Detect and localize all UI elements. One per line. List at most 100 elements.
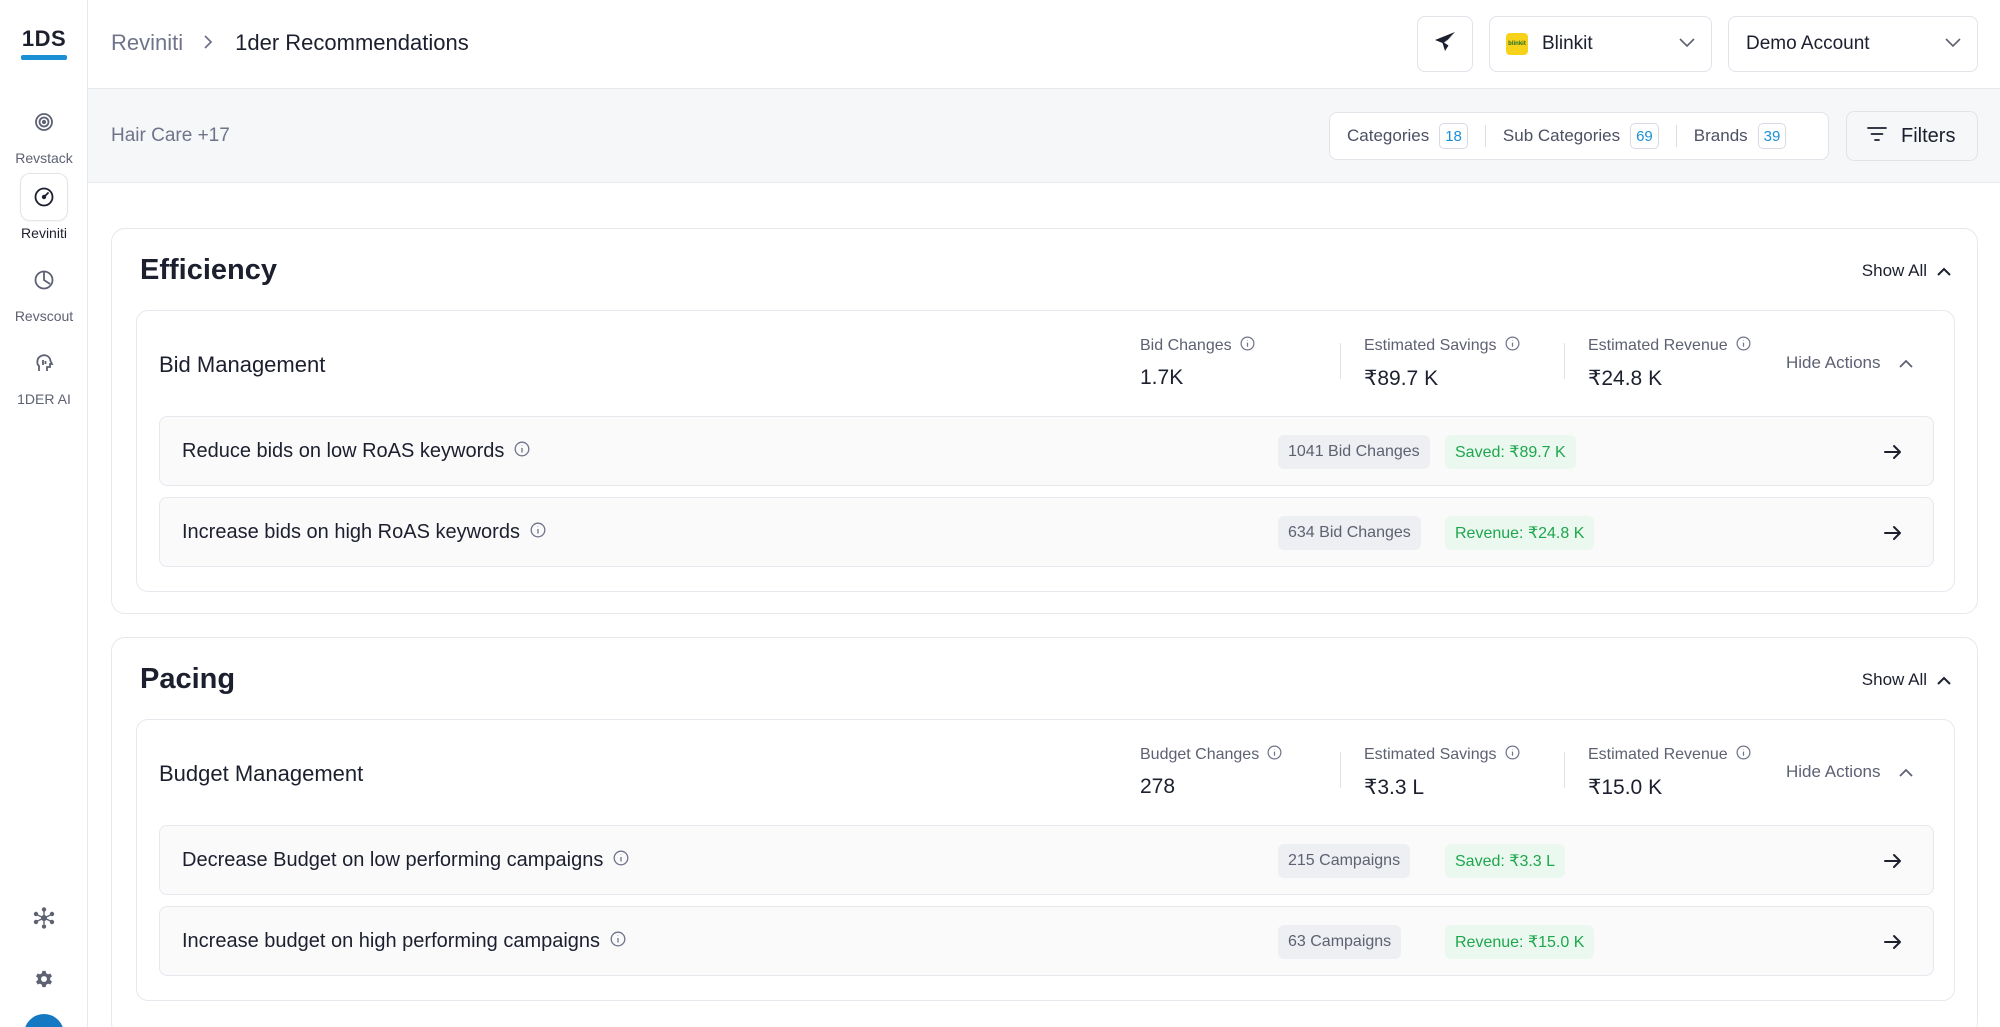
filters-label: Filters [1901, 124, 1956, 147]
show-all-toggle[interactable]: Show All [1862, 261, 1951, 281]
sidebar: 1DS Revstack Reviniti Revscout 1DER AI [0, 0, 88, 1027]
divider [1564, 752, 1565, 788]
section-title: Efficiency [140, 254, 277, 286]
brands-count-badge: 39 [1757, 123, 1787, 149]
sidebar-item-label: Revscout [14, 308, 74, 324]
efficiency-section: Efficiency Show All Bid Management Bid C… [111, 228, 1978, 614]
info-icon[interactable] [1728, 745, 1751, 765]
chevron-up-icon [1927, 670, 1951, 690]
info-icon[interactable] [520, 521, 546, 544]
impact-badge: Revenue: ₹24.8 K [1445, 516, 1595, 550]
target-icon [20, 98, 68, 146]
arrow-right-icon[interactable] [1881, 440, 1905, 464]
divider [1484, 125, 1486, 147]
categories-count-badge: 18 [1439, 123, 1468, 149]
info-icon[interactable] [504, 440, 530, 463]
arrow-right-icon[interactable] [1881, 930, 1905, 954]
action-label: Decrease Budget on low performing campai… [182, 849, 604, 871]
card-title: Bid Management [159, 352, 326, 377]
metric-label: Estimated Revenue [1588, 337, 1728, 354]
sidebar-item-label: Reviniti [21, 225, 67, 241]
show-all-toggle[interactable]: Show All [1862, 670, 1951, 690]
count-badge: 634 Bid Changes [1278, 516, 1421, 550]
categories-count-item[interactable]: Categories 18 [1347, 123, 1468, 149]
sidebar-item-label: 1DER AI [17, 391, 71, 407]
brands-label: Brands [1693, 126, 1748, 145]
filter-bar: Hair Care +17 Categories 18 Sub Categori… [88, 89, 2000, 183]
show-all-label: Show All [1861, 670, 1927, 689]
info-icon[interactable] [600, 930, 626, 953]
divider [1564, 343, 1565, 379]
gear-icon[interactable] [29, 964, 59, 994]
logo-underline [21, 55, 67, 60]
sidebar-item-1der-ai[interactable]: 1DER AI [0, 339, 88, 407]
info-icon[interactable] [603, 849, 629, 872]
sidebar-item-revstack[interactable]: Revstack [0, 98, 88, 166]
chevron-up-icon [1881, 762, 1913, 782]
blinkit-logo: blinkit [1506, 33, 1528, 55]
metric-bid-changes: Bid Changes 1.7K [1140, 336, 1255, 390]
categories-label: Categories [1347, 126, 1430, 145]
impact-badge: Revenue: ₹15.0 K [1445, 925, 1595, 959]
filters-button[interactable]: Filters [1846, 111, 1978, 161]
metric-label: Estimated Savings [1364, 746, 1497, 763]
show-all-label: Show All [1861, 261, 1927, 280]
sidebar-item-label: Revstack [15, 150, 73, 166]
metric-value: ₹3.3 L [1364, 776, 1425, 799]
arrow-right-icon[interactable] [1881, 849, 1905, 873]
breadcrumb-root-link[interactable]: Reviniti [111, 30, 183, 56]
info-icon[interactable] [1497, 336, 1520, 356]
divider [1340, 752, 1341, 788]
app-logo[interactable]: 1DS [21, 26, 67, 60]
action-label: Increase bids on high RoAS keywords [182, 521, 520, 543]
impact-badge: Saved: ₹3.3 L [1445, 844, 1566, 878]
divider [1675, 125, 1677, 147]
hide-actions-toggle[interactable]: Hide Actions [1786, 353, 1913, 373]
info-icon[interactable] [1259, 745, 1282, 765]
metric-value: ₹15.0 K [1588, 776, 1663, 799]
metric-label: Bid Changes [1140, 337, 1232, 354]
account-name: Demo Account [1746, 33, 1870, 54]
card-title: Budget Management [159, 761, 364, 786]
page-title: 1der Recommendations [235, 30, 469, 55]
send-button[interactable] [1417, 16, 1473, 72]
hide-actions-label: Hide Actions [1786, 353, 1881, 372]
arrow-right-icon[interactable] [1881, 521, 1905, 545]
metric-estimated-savings: Estimated Savings ₹3.3 L [1364, 745, 1520, 800]
network-icon[interactable] [29, 903, 59, 933]
metric-label: Estimated Revenue [1588, 746, 1728, 763]
platform-select[interactable]: blinkit Blinkit [1489, 16, 1712, 72]
logo-text: 1DS [21, 26, 67, 51]
metric-estimated-revenue: Estimated Revenue ₹24.8 K [1588, 336, 1751, 391]
action-row-increase-bids[interactable]: Increase bids on high RoAS keywords 634 … [159, 497, 1934, 567]
ai-head-icon [20, 339, 68, 387]
pie-clock-icon [20, 256, 68, 304]
action-row-decrease-budget[interactable]: Decrease Budget on low performing campai… [159, 825, 1934, 895]
budget-management-card: Budget Management Budget Changes 278 Est… [136, 719, 1955, 1001]
metric-value: ₹24.8 K [1588, 367, 1663, 390]
chevron-up-icon [1881, 353, 1913, 373]
info-icon[interactable] [1497, 745, 1520, 765]
count-badge: 215 Campaigns [1278, 844, 1411, 878]
info-icon[interactable] [1728, 336, 1751, 356]
info-icon[interactable] [1232, 336, 1255, 356]
hide-actions-toggle[interactable]: Hide Actions [1786, 762, 1913, 782]
action-row-reduce-bids[interactable]: Reduce bids on low RoAS keywords 1041 Bi… [159, 416, 1934, 486]
chevron-down-icon [1679, 35, 1695, 53]
sidebar-item-revscout[interactable]: Revscout [0, 256, 88, 324]
subcategories-count-item[interactable]: Sub Categories 69 [1503, 123, 1659, 149]
gauge-icon [20, 173, 68, 221]
action-row-increase-budget[interactable]: Increase budget on high performing campa… [159, 906, 1934, 976]
chevron-down-icon [1945, 35, 1961, 53]
category-summary: Hair Care +17 [111, 125, 230, 146]
brands-count-item[interactable]: Brands 39 [1694, 123, 1787, 149]
action-label: Increase budget on high performing campa… [182, 930, 601, 952]
chevron-up-icon [1927, 261, 1951, 281]
account-select[interactable]: Demo Account [1728, 16, 1978, 72]
sidebar-item-reviniti[interactable]: Reviniti [0, 173, 88, 241]
count-badge: 63 Campaigns [1278, 925, 1402, 959]
pacing-section: Pacing Show All Budget Management Budget… [111, 637, 1978, 1027]
impact-badge: Saved: ₹89.7 K [1445, 435, 1576, 469]
action-label: Reduce bids on low RoAS keywords [182, 440, 505, 462]
avatar[interactable] [24, 1014, 64, 1027]
